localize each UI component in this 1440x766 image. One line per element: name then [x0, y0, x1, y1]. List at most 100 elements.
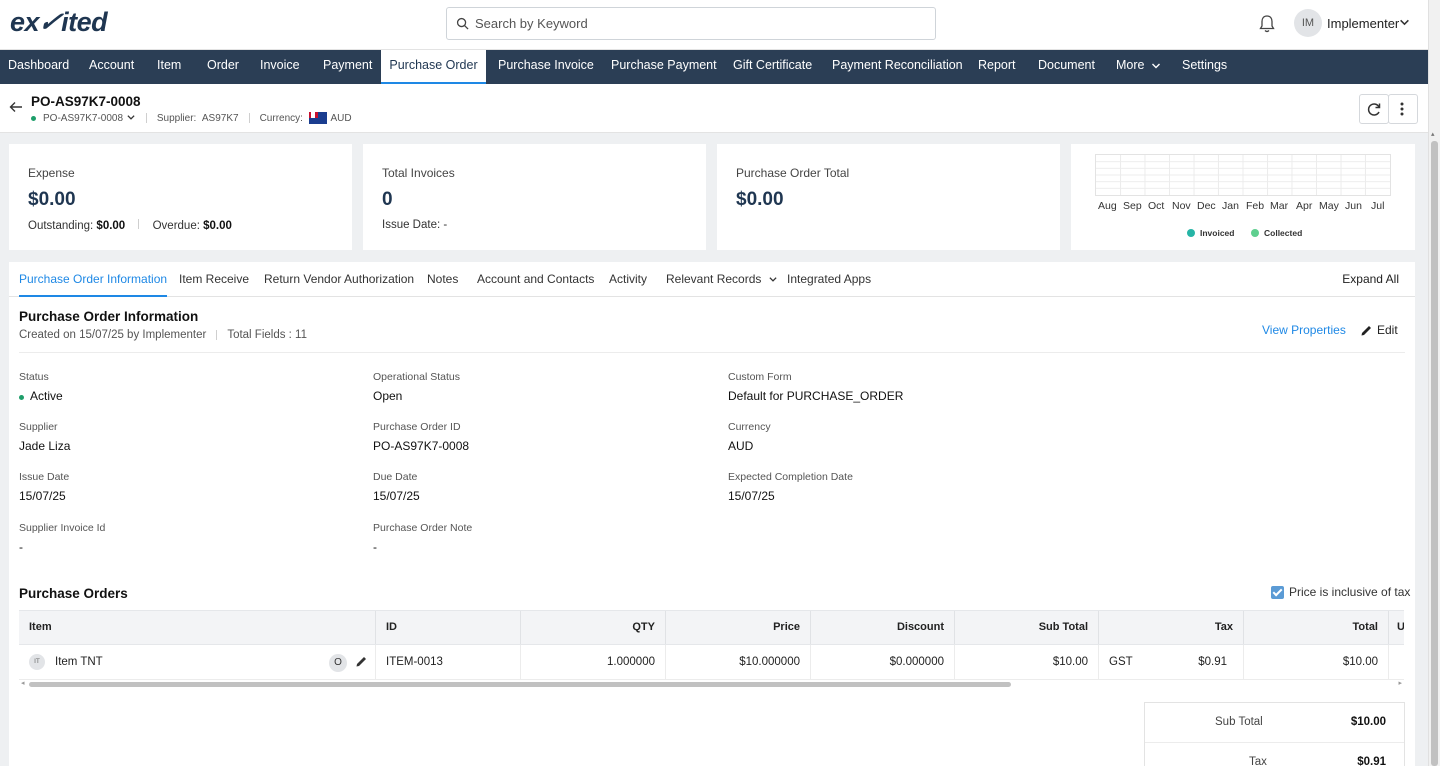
pencil-icon[interactable]: [355, 655, 368, 668]
nav-more-label: More: [1116, 58, 1145, 72]
column-header-total[interactable]: Total: [1244, 611, 1389, 644]
month-tick: Aug: [1098, 200, 1117, 212]
field-supplier-invoice-id: Supplier Invoice Id -: [19, 522, 349, 554]
po-total-card: Purchase Order Total $0.00: [717, 144, 1060, 250]
more-options-button[interactable]: [1388, 94, 1418, 124]
column-header-price[interactable]: Price: [666, 611, 811, 644]
price-inclusive-checkbox[interactable]: [1271, 585, 1284, 599]
month-tick: Nov: [1172, 200, 1191, 212]
pencil-icon: [1361, 325, 1371, 335]
tab-integrated-apps[interactable]: Integrated Apps: [787, 272, 871, 297]
month-tick: Feb: [1246, 200, 1265, 212]
search-box[interactable]: [446, 7, 936, 40]
expand-all-button[interactable]: Expand All: [1342, 272, 1399, 286]
column-header-u[interactable]: U: [1389, 611, 1404, 644]
scrollbar-thumb[interactable]: [1431, 141, 1438, 766]
field-purchase-order-note: Purchase Order Note -: [373, 522, 703, 554]
scroll-up-icon[interactable]: ▴: [1431, 130, 1435, 138]
tab-relevant-records-label: Relevant Records: [666, 272, 762, 286]
column-header-discount[interactable]: Discount: [811, 611, 955, 644]
refresh-button[interactable]: [1359, 94, 1389, 124]
field-operational-status: Operational Status Open: [373, 371, 703, 403]
nav-gift-certificate[interactable]: Gift Certificate: [733, 50, 812, 84]
field-value: -: [19, 540, 23, 554]
field-label: Operational Status: [373, 371, 460, 383]
search-input[interactable]: [475, 8, 925, 39]
app-logo[interactable]: ex✓ited: [10, 7, 108, 38]
purchase-orders-title: Purchase Orders: [19, 586, 128, 601]
field-label: Expected Completion Date: [728, 471, 853, 483]
tab-relevant-records[interactable]: Relevant Records: [666, 272, 778, 297]
nav-purchase-order[interactable]: Purchase Order: [381, 50, 486, 84]
column-header-subtotal[interactable]: Sub Total: [955, 611, 1099, 644]
tab-activity[interactable]: Activity: [609, 272, 647, 297]
horizontal-scrollbar[interactable]: ◂ ▸: [19, 679, 1404, 689]
nav-settings[interactable]: Settings: [1182, 50, 1227, 84]
divider: [248, 113, 250, 123]
user-name[interactable]: Implementer: [1327, 16, 1399, 31]
edit-button[interactable]: Edit: [1360, 323, 1398, 337]
total-invoices-card: Total Invoices 0 Issue Date: -: [363, 144, 706, 250]
nav-dashboard[interactable]: Dashboard: [8, 50, 69, 84]
nav-account[interactable]: Account: [89, 50, 134, 84]
view-properties-link[interactable]: View Properties: [1262, 323, 1346, 337]
cell-id: ITEM-0013: [376, 645, 521, 679]
price-inclusive-toggle[interactable]: Price is inclusive of tax: [1271, 585, 1410, 599]
nav-purchase-invoice[interactable]: Purchase Invoice: [498, 50, 594, 84]
nav-invoice[interactable]: Invoice: [260, 50, 300, 84]
nav-item[interactable]: Item: [157, 50, 181, 84]
australia-flag-icon: [308, 112, 327, 124]
expense-label: Expense: [28, 166, 75, 180]
legend-invoiced[interactable]: Invoiced: [1187, 228, 1234, 238]
table-row[interactable]: IT Item TNT O ITEM-0013 1.000000 $10.0000…: [19, 645, 1404, 680]
legend-label: Collected: [1264, 228, 1303, 238]
tab-item-receive[interactable]: Item Receive: [179, 272, 249, 297]
notification-bell-icon[interactable]: [1258, 14, 1276, 34]
user-avatar[interactable]: IM: [1294, 9, 1322, 37]
vertical-scrollbar[interactable]: ▴: [1428, 0, 1440, 766]
column-header-tax[interactable]: Tax: [1099, 611, 1244, 644]
column-header-qty[interactable]: QTY: [521, 611, 666, 644]
legend-collected[interactable]: Collected: [1251, 228, 1302, 238]
field-label: Custom Form: [728, 371, 792, 383]
nav-report[interactable]: Report: [978, 50, 1016, 84]
month-tick: Sep: [1123, 200, 1142, 212]
field-label: Currency: [728, 421, 771, 433]
totals-value: $10.00: [1350, 716, 1386, 728]
item-o-badge[interactable]: O: [329, 654, 347, 672]
outstanding-value: $0.00: [96, 220, 126, 232]
item-name[interactable]: Item TNT: [55, 656, 103, 668]
tab-account-and-contacts[interactable]: Account and Contacts: [477, 272, 594, 297]
month-tick: Jul: [1371, 200, 1385, 212]
field-label: Supplier: [19, 421, 58, 433]
cell-tax: GST $0.91: [1099, 645, 1244, 679]
supplier-label: Supplier:: [156, 112, 197, 124]
tab-purchase-order-information[interactable]: Purchase Order Information: [19, 272, 168, 297]
scroll-left-icon[interactable]: ◂: [21, 679, 25, 687]
scroll-right-icon[interactable]: ▸: [1398, 679, 1402, 687]
nav-purchase-payment[interactable]: Purchase Payment: [611, 50, 717, 84]
cell-total: $10.00: [1244, 645, 1389, 679]
table-header: Item ID QTY Price Discount Sub Total Tax…: [19, 610, 1404, 645]
tab-return-vendor-authorization[interactable]: Return Vendor Authorization: [264, 272, 414, 297]
po-total-value: $0.00: [736, 189, 784, 210]
field-value: 15/07/25: [373, 489, 420, 503]
issue-date-info: Issue Date: -: [382, 219, 447, 231]
expense-breakdown: Outstanding: $0.00 Overdue: $0.00: [28, 219, 232, 232]
totals-summary: Sub Total $10.00 Tax $0.91: [1144, 702, 1405, 766]
back-arrow-icon[interactable]: [9, 100, 23, 114]
nav-payment[interactable]: Payment: [323, 50, 372, 84]
nav-more[interactable]: More: [1116, 50, 1161, 84]
tab-notes[interactable]: Notes: [427, 272, 458, 297]
nav-order[interactable]: Order: [207, 50, 239, 84]
app-window: ex✓ited IM Implementer Dashboard Account…: [0, 0, 1440, 766]
column-header-item[interactable]: Item: [19, 611, 376, 644]
scrollbar-thumb[interactable]: [29, 682, 1011, 687]
nav-document[interactable]: Document: [1038, 50, 1095, 84]
chevron-down-icon[interactable]: [1399, 17, 1410, 28]
column-header-id[interactable]: ID: [376, 611, 521, 644]
field-value: -: [373, 540, 377, 554]
nav-payment-reconciliation[interactable]: Payment Reconciliation: [832, 50, 963, 84]
record-ref-dropdown[interactable]: PO-AS97K7-0008: [43, 113, 136, 124]
cell-price: $10.000000: [666, 645, 811, 679]
